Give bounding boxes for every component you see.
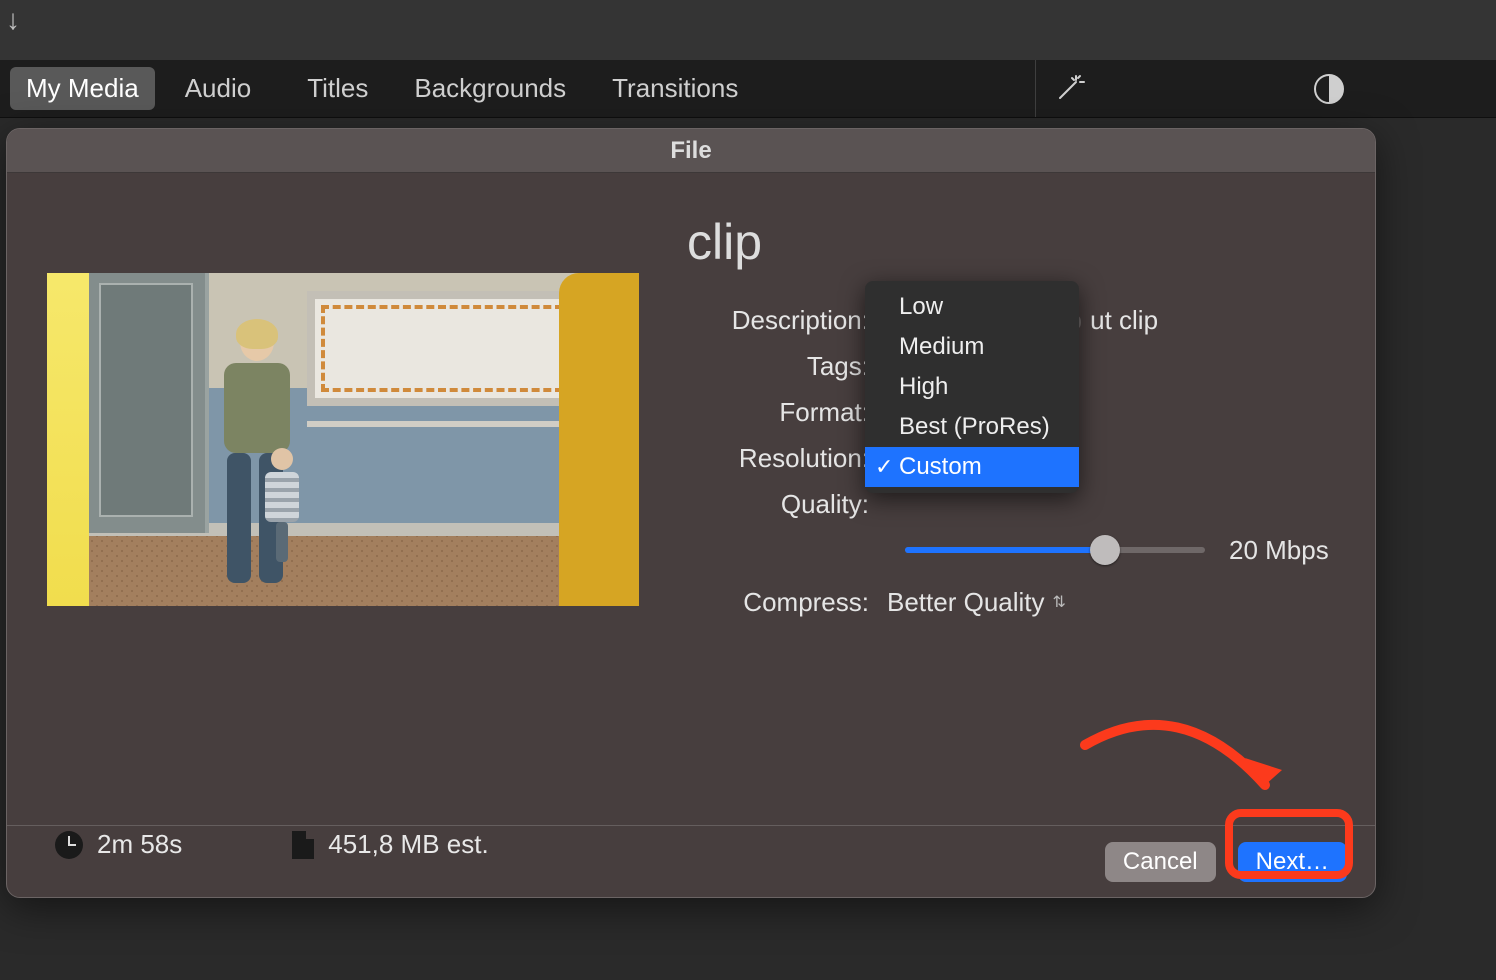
quality-label: Quality: — [687, 489, 887, 520]
clip-name-heading: clip — [687, 213, 1335, 271]
bitrate-value: 20 Mbps — [1229, 535, 1329, 566]
compress-select[interactable]: Better Quality ⇅ — [887, 587, 1066, 618]
compress-label: Compress: — [687, 587, 887, 618]
chevron-updown-icon: ⇅ — [1053, 592, 1066, 612]
download-arrow-icon: ↓ — [6, 4, 20, 36]
format-label: Format: — [687, 397, 887, 428]
tab-audio[interactable]: Audio — [169, 67, 268, 110]
toolbar-divider — [1035, 60, 1036, 117]
tab-backgrounds[interactable]: Backgrounds — [398, 67, 582, 110]
export-file-dialog: File clip Description: T — [6, 128, 1376, 898]
quality-option-best-prores[interactable]: Best (ProRes) — [865, 407, 1079, 447]
media-tabs-bar: My Media Audio Titles Backgrounds Transi… — [0, 60, 1496, 118]
video-preview-thumbnail — [47, 273, 639, 606]
quality-dropdown-menu[interactable]: Low Medium High Best (ProRes) Custom — [865, 281, 1079, 493]
next-button[interactable]: Next… — [1238, 842, 1347, 882]
bitrate-slider[interactable] — [905, 547, 1205, 553]
description-label: Description: — [687, 305, 887, 336]
quality-option-custom[interactable]: Custom — [865, 447, 1079, 487]
quality-option-low[interactable]: Low — [865, 287, 1079, 327]
magic-wand-icon[interactable] — [1052, 72, 1086, 106]
tab-titles[interactable]: Titles — [291, 67, 384, 110]
quality-option-high[interactable]: High — [865, 367, 1079, 407]
dialog-title: File — [7, 129, 1375, 173]
slider-knob[interactable] — [1090, 535, 1120, 565]
tab-transitions[interactable]: Transitions — [596, 67, 754, 110]
cancel-button[interactable]: Cancel — [1105, 842, 1216, 882]
color-balance-icon[interactable] — [1312, 72, 1346, 106]
quality-option-medium[interactable]: Medium — [865, 327, 1079, 367]
tab-my-media[interactable]: My Media — [10, 67, 155, 110]
resolution-label: Resolution: — [687, 443, 887, 474]
dialog-footer: Cancel Next… — [7, 825, 1375, 897]
tags-label: Tags: — [687, 351, 887, 382]
